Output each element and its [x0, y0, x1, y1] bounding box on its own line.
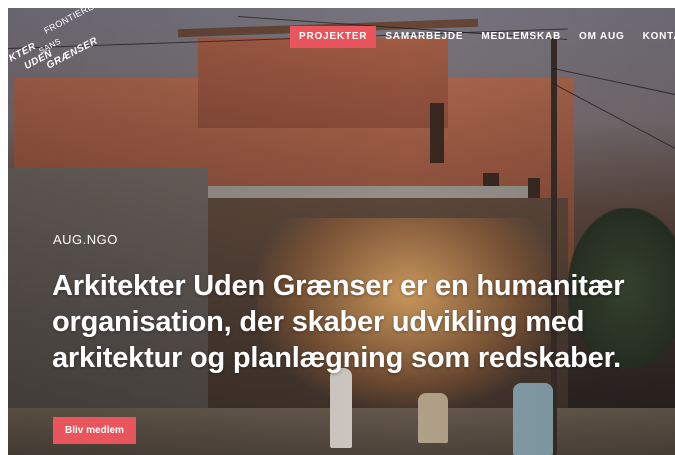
- nav-item-samarbejde[interactable]: SAMARBEJDE: [376, 26, 472, 48]
- join-button[interactable]: Bliv medlem: [53, 417, 136, 444]
- main-nav: PROJEKTER SAMARBEJDE MEDLEMSKAB OM AUG K…: [290, 26, 675, 48]
- nav-item-kontakt[interactable]: KONTAKT: [634, 26, 675, 48]
- hero-kicker: AUG.NGO: [53, 232, 118, 247]
- nav-item-projekter[interactable]: PROJEKTER: [290, 26, 377, 48]
- hero-headline: Arkitekter Uden Grænser er en humanitær …: [52, 270, 625, 374]
- nav-item-om-aug[interactable]: OM AUG: [570, 26, 634, 48]
- nav-item-medlemskab[interactable]: MEDLEMSKAB: [472, 26, 570, 48]
